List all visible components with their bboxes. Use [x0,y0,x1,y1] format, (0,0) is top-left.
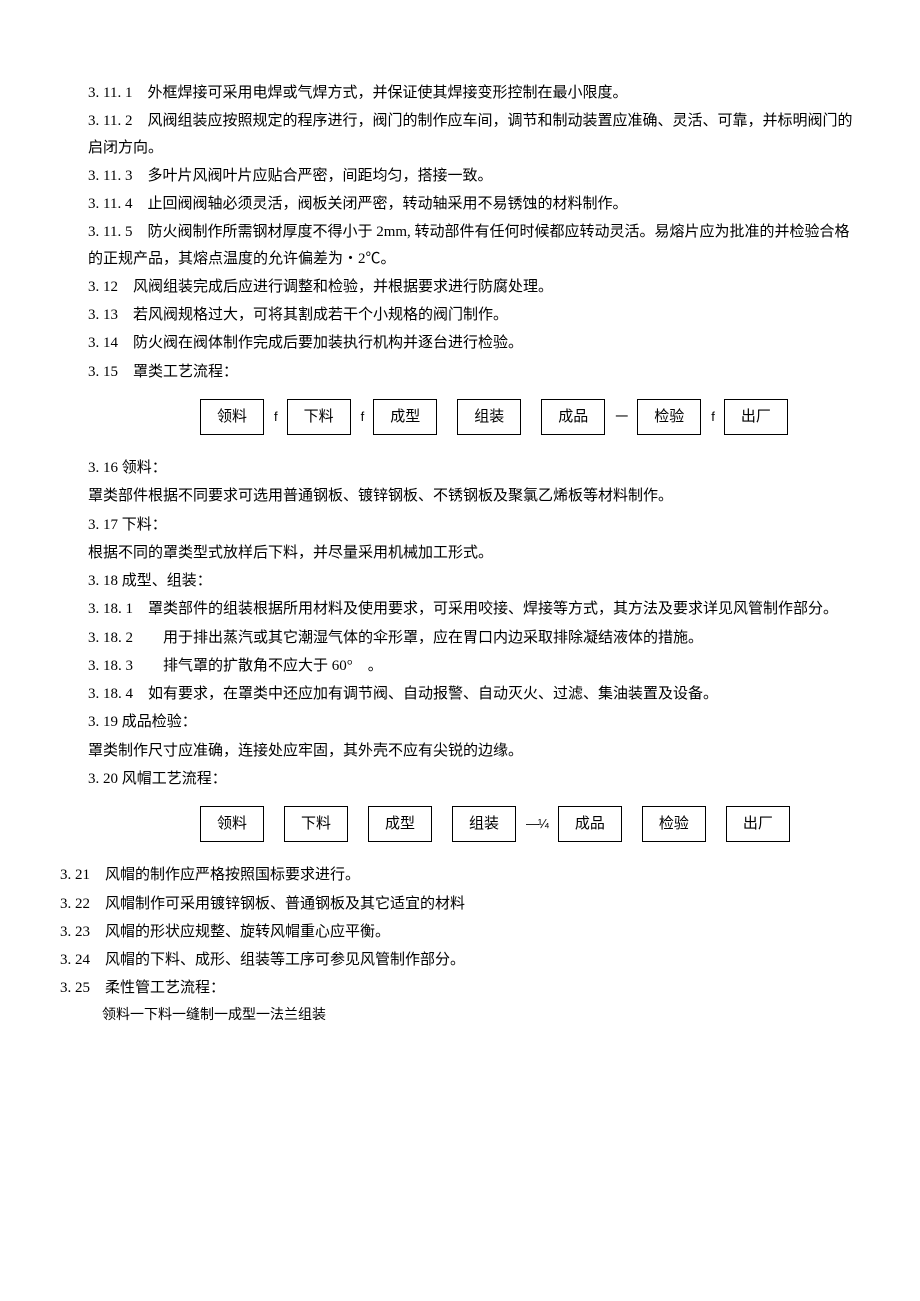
para-3-25-sub: 领料一下料一缝制一成型一法兰组装 [102,1004,860,1029]
para-3-22: 3. 22 风帽制作可采用镀锌钢板、普通钢板及其它适宜的材料 [60,891,860,917]
flow1-step-5: 检验 [637,399,701,435]
para-3-18-3: 3. 18. 3 排气罩的扩散角不应大于 60° 。 [88,653,860,679]
para-3-11-2: 3. 11. 2 风阀组装应按照规定的程序进行，阀门的制作应车间，调节和制动装置… [88,108,860,161]
flow2-step-3: 组装 [452,806,516,842]
flow2-step-5: 检验 [642,806,706,842]
flow1-arrow-5: f [711,406,714,429]
para-3-13: 3. 13 若风阀规格过大，可将其割成若干个小规格的阀门制作。 [88,302,860,328]
flow1-step-4: 成品 [541,399,605,435]
flow1-step-0: 领料 [200,399,264,435]
para-3-19: 3. 19 成品检验： [88,709,860,735]
para-3-16-body: 罩类部件根据不同要求可选用普通钢板、镀锌钢板、不锈钢板及聚氯乙烯板等材料制作。 [88,483,860,509]
flow1-step-2: 成型 [373,399,437,435]
para-3-17-body: 根据不同的罩类型式放样后下料，并尽量采用机械加工形式。 [88,540,860,566]
para-3-17: 3. 17 下料： [88,512,860,538]
para-3-11-4: 3. 11. 4 止回阀阀轴必须灵活，阀板关闭严密，转动轴采用不易锈蚀的材料制作… [88,191,860,217]
para-3-25: 3. 25 柔性管工艺流程： [60,975,860,1001]
para-3-20: 3. 20 风帽工艺流程： [88,766,860,792]
flow2-step-1: 下料 [284,806,348,842]
para-3-11-3: 3. 11. 3 多叶片风阀叶片应贴合严密，间距均匀，搭接一致。 [88,163,860,189]
flow1-arrow-1: f [361,406,364,429]
para-3-18: 3. 18 成型、组装： [88,568,860,594]
para-3-19-body: 罩类制作尺寸应准确，连接处应牢固，其外壳不应有尖锐的边缘。 [88,738,860,764]
para-3-24: 3. 24 风帽的下料、成形、组装等工序可参见风管制作部分。 [60,947,860,973]
para-3-14: 3. 14 防火阀在阀体制作完成后要加装执行机构并逐台进行检验。 [88,330,860,356]
flow2-step-4: 成品 [558,806,622,842]
para-3-21: 3. 21 风帽的制作应严格按照国标要求进行。 [60,862,860,888]
flow2-step-2: 成型 [368,806,432,842]
flow1-step-3: 组装 [457,399,521,435]
para-3-12: 3. 12 风阀组装完成后应进行调整和检验，并根据要求进行防腐处理。 [88,274,860,300]
flow2-step-0: 领料 [200,806,264,842]
flow1-step-6: 出厂 [724,399,788,435]
para-3-16: 3. 16 领料： [88,455,860,481]
para-3-18-1: 3. 18. 1 罩类部件的组装根据所用材料及使用要求，可采用咬接、焊接等方式，… [88,596,860,622]
para-3-18-4: 3. 18. 4 如有要求，在罩类中还应加有调节阀、自动报警、自动灭火、过滤、集… [88,681,860,707]
flow-chart-1: 领料 f 下料 f 成型 组装 成品 一 检验 f 出厂 [200,399,860,435]
para-3-11-1: 3. 11. 1 外框焊接可采用电焊或气焊方式，并保证使其焊接变形控制在最小限度… [88,80,860,106]
flow2-arrow-3: —¼ [526,813,548,836]
para-3-15: 3. 15 罩类工艺流程： [88,359,860,385]
flow1-arrow-4: 一 [615,406,627,429]
para-3-11-5: 3. 11. 5 防火阀制作所需钢材厚度不得小于 2mm, 转动部件有任何时候都… [88,219,860,272]
flow1-step-1: 下料 [287,399,351,435]
para-3-23: 3. 23 风帽的形状应规整、旋转风帽重心应平衡。 [60,919,860,945]
flow1-arrow-0: f [274,406,277,429]
flow-chart-2: 领料 下料 成型 组装 —¼ 成品 检验 出厂 [200,806,860,842]
flow2-step-6: 出厂 [726,806,790,842]
para-3-18-2: 3. 18. 2 用于排出蒸汽或其它潮湿气体的伞形罩，应在胃口内边采取排除凝结液… [88,625,860,651]
